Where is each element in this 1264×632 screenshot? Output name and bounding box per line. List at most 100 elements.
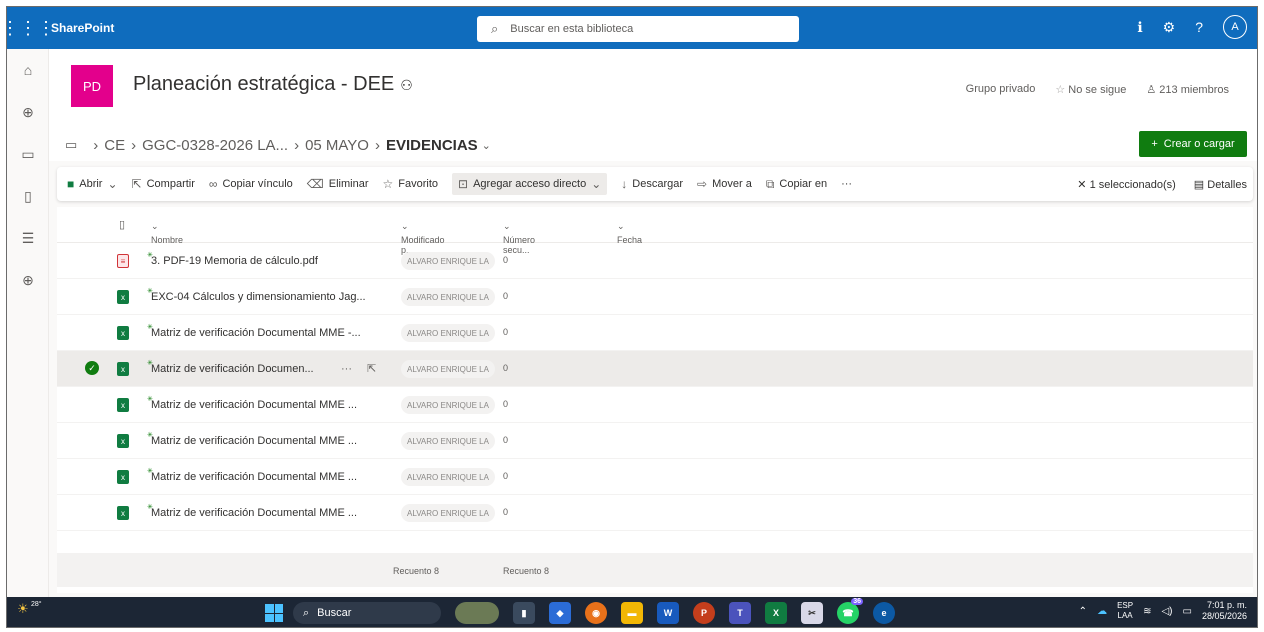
move-button[interactable]: ⇨ Mover a bbox=[697, 177, 752, 191]
file-name[interactable]: Matriz de verificación Documental MME ..… bbox=[151, 399, 357, 411]
snipping-tool-icon[interactable]: ✂ bbox=[801, 602, 823, 624]
delete-button[interactable]: ⌫ Eliminar bbox=[307, 177, 369, 191]
word-icon[interactable]: W bbox=[657, 602, 679, 624]
more-actions-icon[interactable]: ··· bbox=[341, 363, 352, 375]
table-row[interactable]: x ✳ Matriz de verificación Documental MM… bbox=[57, 423, 1253, 459]
follow-button[interactable]: ☆ No se sigue bbox=[1055, 83, 1126, 96]
excel-icon[interactable]: X bbox=[765, 602, 787, 624]
breadcrumb-current[interactable]: EVIDENCIAS bbox=[386, 137, 478, 154]
table-row[interactable]: x ✳ Matriz de verificación Documental MM… bbox=[57, 495, 1253, 531]
share-button[interactable]: ⇱ Compartir bbox=[132, 177, 195, 191]
file-name[interactable]: Matriz de verificación Documental MME ..… bbox=[151, 507, 357, 519]
app-launcher-icon[interactable]: ⋮⋮⋮ bbox=[7, 7, 55, 49]
close-icon: ✕ bbox=[1077, 178, 1090, 191]
share-icon[interactable]: ⇱ bbox=[367, 362, 376, 375]
link-icon: ∞ bbox=[208, 177, 218, 191]
breadcrumb-item[interactable]: GGC-0328-2026 LA... bbox=[142, 137, 288, 154]
file-name[interactable]: Matriz de verificación Documental MME ..… bbox=[151, 435, 357, 447]
brand-name[interactable]: SharePoint bbox=[51, 21, 114, 35]
file-name[interactable]: Matriz de verificación Documental MME -.… bbox=[151, 327, 361, 339]
file-name[interactable]: 3. PDF-19 Memoria de cálculo.pdf bbox=[151, 255, 318, 267]
open-label: Abrir bbox=[79, 178, 103, 190]
edge-icon[interactable]: e bbox=[873, 602, 895, 624]
copy-button[interactable]: ⧉ Copiar en bbox=[766, 177, 827, 192]
widgets-icon[interactable] bbox=[455, 602, 499, 624]
folder-icon[interactable]: ▭ bbox=[65, 137, 77, 153]
search-box[interactable]: ⌕ Buscar en esta biblioteca bbox=[477, 16, 799, 42]
modified-by[interactable]: ALVARO ENRIQUE LA bbox=[401, 504, 495, 522]
modified-by[interactable]: ALVARO ENRIQUE LA bbox=[401, 252, 495, 270]
modified-by[interactable]: ALVARO ENRIQUE LA bbox=[401, 468, 495, 486]
pdf-file-icon: ≡ bbox=[117, 254, 129, 268]
file-name[interactable]: Matriz de verificación Documen... bbox=[151, 363, 314, 375]
browser-window: ⋮⋮⋮ SharePoint ⌕ Buscar en esta bibliote… bbox=[6, 6, 1258, 628]
search-icon: ⌕ bbox=[303, 606, 310, 619]
modified-by[interactable]: ALVARO ENRIQUE LA bbox=[401, 396, 495, 414]
chevron-down-icon[interactable]: ⌄ bbox=[482, 139, 491, 152]
column-header-modified[interactable]: Modificado p... ⌄ bbox=[401, 221, 445, 255]
add-shortcut-label: Agregar acceso directo bbox=[473, 178, 587, 190]
table-row[interactable]: x ✳ Matriz de verificación Documental MM… bbox=[57, 387, 1253, 423]
more-button[interactable]: ··· bbox=[841, 178, 852, 190]
table-row[interactable]: ≡ ✳ 3. PDF-19 Memoria de cálculo.pdf ALV… bbox=[57, 243, 1253, 279]
checkmark-icon[interactable]: ✓ bbox=[85, 361, 99, 375]
globe-icon[interactable]: ⊕ bbox=[7, 91, 49, 133]
file-icon[interactable]: ▯ bbox=[7, 175, 49, 217]
table-row[interactable]: x ✳ Matriz de verificación Documental MM… bbox=[57, 459, 1253, 495]
members-button[interactable]: ♙ 213 miembros bbox=[1146, 83, 1229, 96]
clear-selection-button[interactable]: ✕ 1 seleccionado(s) bbox=[1077, 178, 1176, 191]
file-explorer-icon[interactable]: ▬ bbox=[621, 602, 643, 624]
copilot-icon[interactable]: ◆ bbox=[549, 602, 571, 624]
details-button[interactable]: ▤ Detalles bbox=[1194, 178, 1247, 191]
modified-by[interactable]: ALVARO ENRIQUE LA bbox=[401, 432, 495, 450]
language-indicator[interactable]: ESP LAA bbox=[1117, 601, 1133, 621]
shortcut-icon: ⊡ bbox=[458, 177, 469, 191]
avatar[interactable]: A bbox=[1223, 15, 1247, 39]
windows-start-icon[interactable] bbox=[265, 604, 283, 622]
table-row[interactable]: x ✳ Matriz de verificación Documental MM… bbox=[57, 315, 1253, 351]
battery-icon[interactable]: ▭ bbox=[1183, 606, 1192, 617]
create-upload-button[interactable]: + Crear o cargar bbox=[1139, 131, 1247, 157]
file-name[interactable]: Matriz de verificación Documental MME ..… bbox=[151, 471, 357, 483]
file-type-icon[interactable]: ▯ bbox=[119, 218, 125, 231]
site-title[interactable]: Planeación estratégica - DEE bbox=[133, 73, 394, 95]
download-button[interactable]: ↓ Descargar bbox=[621, 177, 683, 191]
open-button[interactable]: ■ Abrir ⌄ bbox=[67, 177, 118, 191]
column-header-name[interactable]: Nombre ⌄ bbox=[151, 221, 183, 245]
teams-icon[interactable]: T bbox=[729, 602, 751, 624]
news-icon[interactable]: ▭ bbox=[7, 133, 49, 175]
teams-icon[interactable]: ⚇ bbox=[400, 77, 413, 93]
copy-link-button[interactable]: ∞ Copiar vínculo bbox=[209, 177, 293, 191]
gear-icon[interactable]: ⚙ bbox=[1163, 19, 1176, 36]
file-name[interactable]: EXC-04 Cálculos y dimensionamiento Jag..… bbox=[151, 291, 366, 303]
home-icon[interactable]: ⌂ bbox=[7, 49, 49, 91]
clock[interactable]: 7:01 p. m. 28/05/2026 bbox=[1202, 600, 1247, 622]
help-icon[interactable]: ? bbox=[1195, 19, 1203, 35]
task-view-icon[interactable]: ▮ bbox=[513, 602, 535, 624]
modified-by[interactable]: ALVARO ENRIQUE LA bbox=[401, 324, 495, 342]
add-icon[interactable]: ⊕ bbox=[7, 259, 49, 301]
column-header-number[interactable]: Número secu... ⌄ bbox=[503, 221, 535, 255]
favorite-button[interactable]: ☆ Favorito bbox=[383, 177, 439, 191]
weather-widget[interactable]: ☀ 28° bbox=[17, 601, 42, 623]
modified-by[interactable]: ALVARO ENRIQUE LA bbox=[401, 360, 495, 378]
wifi-icon[interactable]: ≋ bbox=[1143, 606, 1151, 617]
whatsapp-icon[interactable]: ☎ 36 bbox=[837, 598, 863, 624]
list-icon[interactable]: ☰ bbox=[7, 217, 49, 259]
taskbar-search[interactable]: ⌕ Buscar bbox=[293, 602, 441, 624]
table-row-selected[interactable]: ✓ x ✳ Matriz de verificación Documen... … bbox=[57, 351, 1253, 387]
volume-icon[interactable]: ◁) bbox=[1161, 606, 1172, 617]
share-people-icon[interactable]: ℹ bbox=[1137, 19, 1142, 36]
breadcrumb-item[interactable]: 05 MAYO bbox=[305, 137, 369, 154]
column-header-date[interactable]: Fecha ⌄ bbox=[617, 221, 642, 245]
modified-by[interactable]: ALVARO ENRIQUE LA bbox=[401, 288, 495, 306]
site-logo[interactable]: PD bbox=[71, 65, 113, 107]
onedrive-icon[interactable]: ☁ bbox=[1097, 606, 1107, 617]
add-shortcut-button[interactable]: ⊡ Agregar acceso directo ⌄ bbox=[452, 173, 608, 195]
powerpoint-icon[interactable]: P bbox=[693, 602, 715, 624]
chrome-icon[interactable]: ◉ bbox=[585, 602, 607, 624]
download-label: Descargar bbox=[632, 178, 684, 190]
breadcrumb-item[interactable]: CE bbox=[104, 137, 125, 154]
chevron-up-icon[interactable]: ⌃ bbox=[1079, 606, 1087, 617]
table-row[interactable]: x ✳ EXC-04 Cálculos y dimensionamiento J… bbox=[57, 279, 1253, 315]
